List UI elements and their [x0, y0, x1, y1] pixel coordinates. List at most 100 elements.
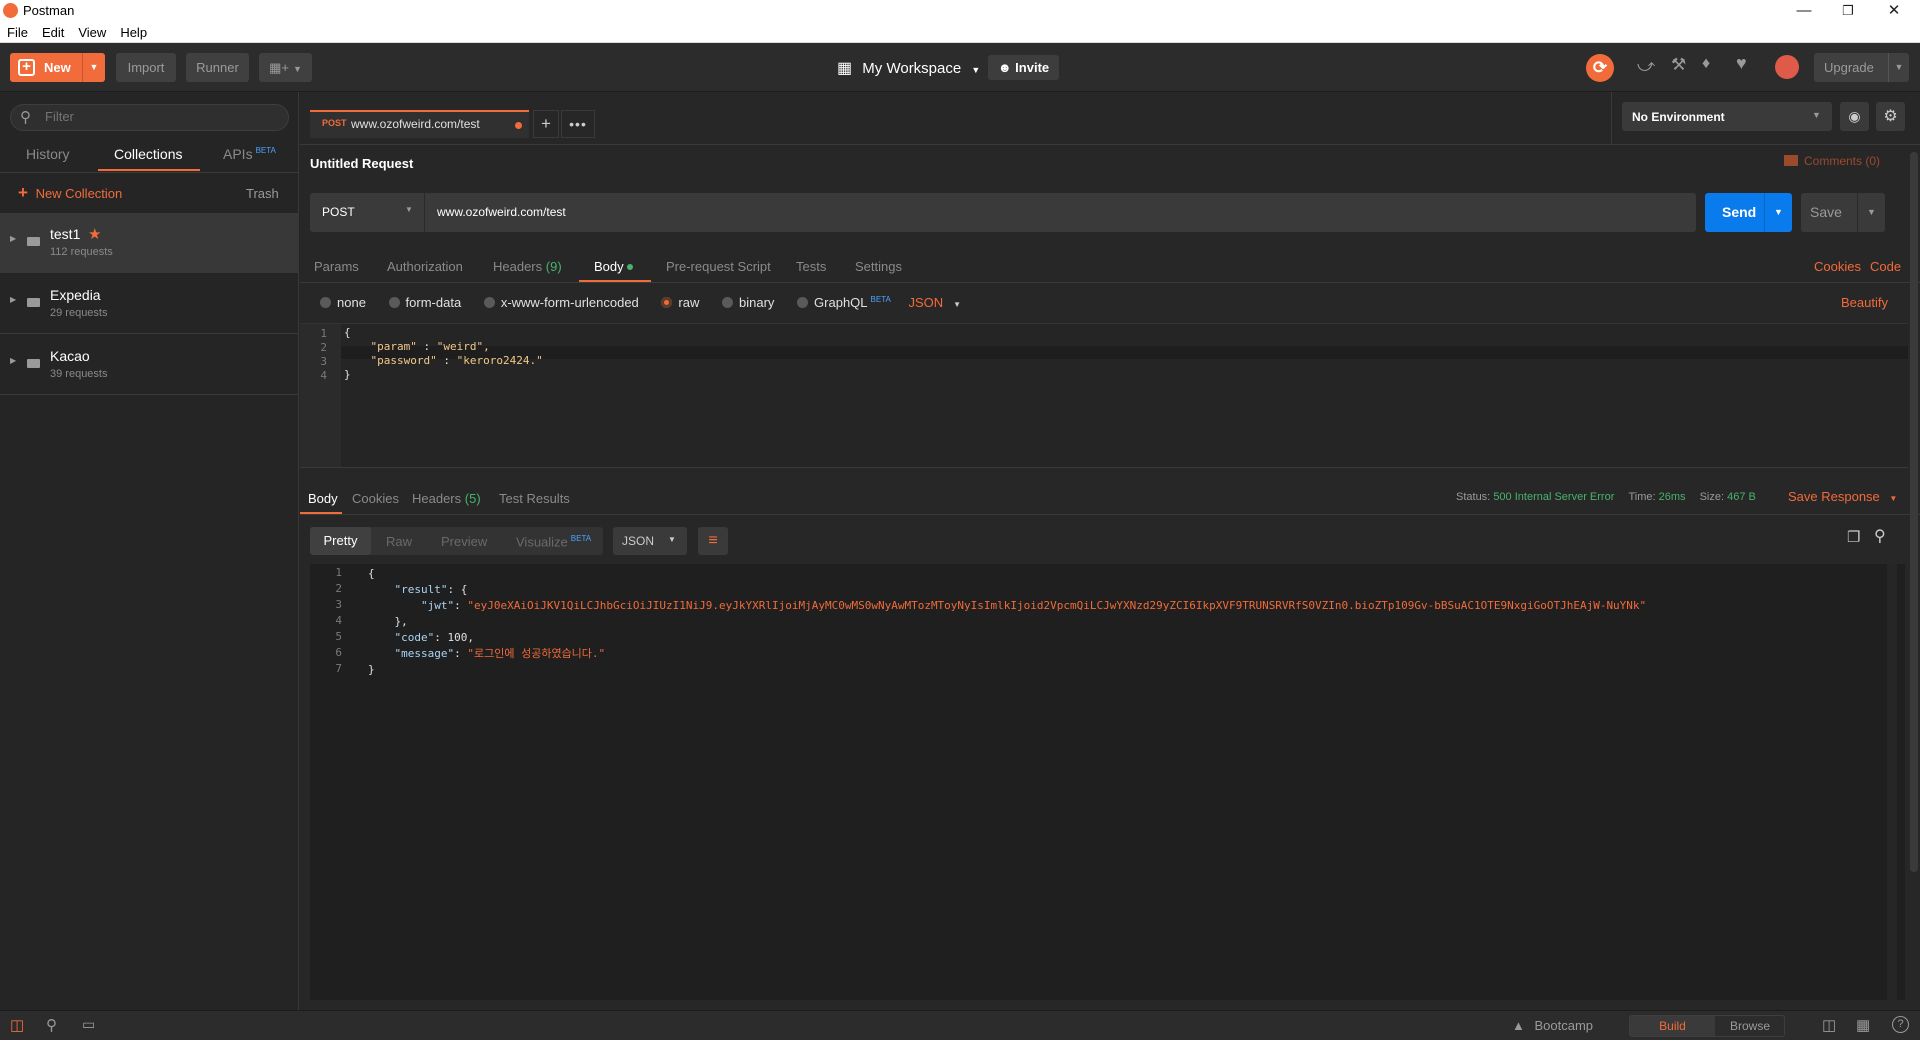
- scrollbar-track[interactable]: [1887, 564, 1897, 1000]
- upgrade-button[interactable]: Upgrade ▼: [1814, 53, 1909, 82]
- gear-icon[interactable]: ⚙: [1876, 102, 1905, 131]
- cookies-link[interactable]: Cookies: [1814, 259, 1861, 274]
- satellite-icon[interactable]: ⤻: [1637, 56, 1655, 76]
- tab-params[interactable]: Params: [314, 259, 359, 274]
- copy-icon[interactable]: ❐: [1847, 528, 1860, 546]
- save-button[interactable]: Save ▼: [1801, 193, 1885, 232]
- tab-history[interactable]: History: [26, 146, 70, 162]
- menu-edit[interactable]: Edit: [35, 22, 71, 40]
- keyboard-shortcuts-icon[interactable]: ▦: [1856, 1016, 1870, 1034]
- tab-apis[interactable]: APIs BETA: [223, 146, 276, 162]
- sidebar-toggle-icon[interactable]: ◫: [10, 1016, 24, 1034]
- search-icon[interactable]: ⚲: [1874, 526, 1886, 546]
- trash-link[interactable]: Trash: [246, 186, 279, 201]
- import-button[interactable]: Import: [116, 53, 176, 82]
- menu-file[interactable]: File: [0, 22, 35, 40]
- main-scrollbar[interactable]: [1910, 152, 1918, 872]
- comments-button[interactable]: Comments (0): [1784, 154, 1880, 168]
- avatar[interactable]: [1775, 55, 1799, 79]
- wrap-lines-icon[interactable]: ≡: [698, 527, 728, 555]
- build-browse-toggle: Build Browse: [1629, 1015, 1785, 1037]
- menu-help[interactable]: Help: [113, 22, 154, 40]
- list-item[interactable]: ▶ Kacao 39 requests: [0, 335, 299, 395]
- star-icon: ★: [88, 226, 102, 243]
- request-tab[interactable]: POST www.ozofweird.com/test: [310, 110, 529, 138]
- collection-count: 112 requests: [50, 246, 113, 258]
- tab-tests[interactable]: Tests: [796, 259, 826, 274]
- code-link[interactable]: Code: [1870, 259, 1901, 274]
- view-preview[interactable]: Preview: [441, 534, 487, 549]
- tab-authorization[interactable]: Authorization: [387, 259, 463, 274]
- runner-button[interactable]: Runner: [186, 53, 249, 82]
- radio-none[interactable]: none: [320, 295, 366, 310]
- heart-icon[interactable]: ♥: [1736, 53, 1747, 74]
- restore-icon[interactable]: ❐: [1838, 2, 1858, 20]
- send-label: Send: [1722, 204, 1757, 220]
- settings-wrench-icon[interactable]: ⚒: [1671, 55, 1686, 75]
- line-number: 1: [335, 566, 342, 579]
- tab-collections[interactable]: Collections: [114, 146, 182, 162]
- more-tabs-icon[interactable]: •••: [561, 110, 595, 138]
- menu-view[interactable]: View: [71, 22, 113, 40]
- minimize-icon[interactable]: —: [1794, 2, 1814, 20]
- chevron-down-icon[interactable]: ▼: [1857, 193, 1885, 232]
- code-line: }: [344, 367, 351, 383]
- notification-bell-icon[interactable]: ♦: [1702, 55, 1710, 73]
- tab-body[interactable]: Body: [594, 259, 634, 274]
- tab-collections-underline: [98, 169, 200, 171]
- response-meta: Status: 500 Internal Server Error Time: …: [1456, 491, 1756, 503]
- response-format-select[interactable]: JSON ▼: [613, 527, 687, 555]
- browse-tab[interactable]: Browse: [1715, 1016, 1785, 1036]
- tab-test-results[interactable]: Test Results: [499, 491, 570, 506]
- list-item[interactable]: ▶ Expedia 29 requests: [0, 274, 299, 334]
- build-tab[interactable]: Build: [1630, 1016, 1715, 1036]
- search-input[interactable]: [45, 109, 275, 124]
- url-input[interactable]: www.ozofweird.com/test: [425, 193, 1696, 232]
- tab-response-headers[interactable]: Headers (5): [412, 491, 481, 506]
- body-format-select[interactable]: JSON ▼: [908, 295, 961, 310]
- radio-urlencoded[interactable]: x-www-form-urlencoded: [483, 295, 639, 310]
- invite-button[interactable]: ☻ Invite: [988, 55, 1059, 80]
- new-button[interactable]: + New ▼: [10, 53, 105, 82]
- title-bar: Postman — ❐ ✕: [0, 0, 1920, 22]
- chevron-down-icon: ▼: [953, 300, 962, 310]
- help-icon[interactable]: ?: [1892, 1016, 1909, 1033]
- method-select[interactable]: POST ▼: [310, 193, 425, 232]
- tab-headers-label: Headers: [493, 259, 543, 274]
- find-icon[interactable]: ⚲: [46, 1016, 57, 1034]
- sync-icon[interactable]: ⟳: [1586, 54, 1614, 82]
- new-dropdown-icon[interactable]: ▼: [82, 53, 105, 82]
- save-response-button[interactable]: Save Response ▼: [1788, 489, 1897, 504]
- tab-settings[interactable]: Settings: [855, 259, 902, 274]
- radio-form-data[interactable]: form-data: [388, 295, 461, 310]
- new-window-button[interactable]: ▦+ ▼: [259, 53, 312, 82]
- new-collection-button[interactable]: + New Collection: [18, 183, 122, 203]
- add-tab-icon[interactable]: +: [533, 110, 559, 138]
- tab-response-body[interactable]: Body: [308, 491, 338, 506]
- search-box[interactable]: ⚲: [10, 104, 289, 131]
- beta-badge: BETA: [255, 146, 276, 156]
- view-visualize-label: Visualize: [516, 534, 568, 550]
- two-pane-view-icon[interactable]: ◫: [1822, 1016, 1836, 1034]
- view-raw[interactable]: Raw: [386, 534, 412, 549]
- list-item[interactable]: ▶ test1 ★ 112 requests: [0, 213, 299, 273]
- radio-binary[interactable]: binary: [722, 295, 774, 310]
- radio-raw[interactable]: raw: [661, 295, 699, 310]
- close-icon[interactable]: ✕: [1884, 2, 1904, 20]
- tab-prerequest[interactable]: Pre-request Script: [666, 259, 771, 274]
- workspace-switcher[interactable]: ▦ My Workspace ▼: [837, 58, 980, 78]
- beautify-link[interactable]: Beautify: [1841, 295, 1888, 310]
- view-pretty[interactable]: Pretty: [310, 527, 371, 555]
- tab-response-cookies[interactable]: Cookies: [352, 491, 399, 506]
- request-body-editor[interactable]: 1 {2 "param" : "weird", 3 "password" : "ke…: [300, 323, 1908, 468]
- radio-graphql[interactable]: GraphQL BETA: [797, 295, 891, 310]
- tab-headers[interactable]: Headers (9): [493, 259, 562, 274]
- environment-select[interactable]: No Environment ▼: [1622, 102, 1832, 131]
- bootcamp-button[interactable]: ▲ Bootcamp: [1512, 1018, 1593, 1033]
- send-button[interactable]: Send ▼: [1705, 193, 1792, 232]
- chevron-down-icon[interactable]: ▼: [1764, 193, 1792, 232]
- view-visualize[interactable]: Visualize BETA: [516, 534, 591, 549]
- console-icon[interactable]: ▭: [82, 1016, 95, 1033]
- eye-icon[interactable]: ◉: [1840, 102, 1869, 131]
- response-body-viewer[interactable]: 1 {2 "result": {3 "jwt": "eyJ0eXAiOiJKV1Q…: [310, 564, 1905, 1000]
